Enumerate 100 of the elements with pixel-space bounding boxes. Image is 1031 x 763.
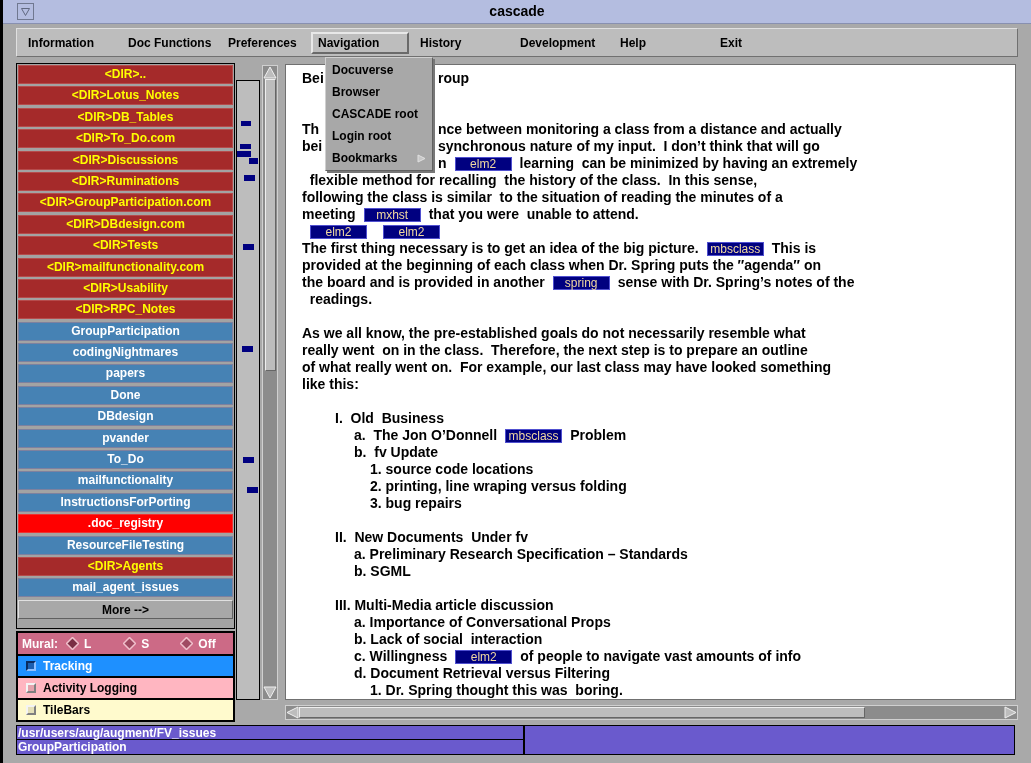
file-list-item[interactable]: pvander bbox=[18, 428, 233, 448]
toggle-label: TileBars bbox=[43, 702, 91, 719]
document-text: readings. bbox=[308, 291, 373, 308]
document-text: a. Preliminary Research Specification – Standards bbox=[354, 546, 688, 563]
document-text: following the class is similar to the situation of reading the minutes of a bbox=[302, 189, 783, 206]
toggle-label: Activity Logging bbox=[43, 680, 137, 697]
document-text: the board and is provided in another bbox=[302, 274, 545, 291]
menu-item[interactable]: Information bbox=[17, 31, 117, 54]
document-text: nce between monitoring a class from a distance and actually bbox=[438, 121, 842, 138]
file-list-item[interactable]: <DIR>Lotus_Notes bbox=[18, 86, 233, 106]
link-chip[interactable]: spring bbox=[552, 275, 610, 290]
scroll-left-icon[interactable] bbox=[286, 706, 299, 719]
mural-radio[interactable]: L bbox=[66, 634, 112, 653]
link-chip[interactable]: mxhst bbox=[363, 207, 421, 222]
document-text: a. Importance of Conversational Props bbox=[354, 614, 611, 631]
file-list-item[interactable]: <DIR>DB_Tables bbox=[18, 107, 233, 127]
document-text: of people to navigate vast amounts of info bbox=[520, 648, 802, 665]
horizontal-scrollbar[interactable] bbox=[285, 705, 1018, 720]
vertical-scrollbar[interactable] bbox=[262, 65, 278, 700]
document-text: 1. source code locations bbox=[370, 461, 534, 478]
file-list-item[interactable]: DBdesign bbox=[18, 407, 233, 427]
document-text: c. Willingness bbox=[354, 648, 448, 665]
document-text: of what really went on. For example, our last class may have looked something bbox=[302, 359, 832, 376]
link-chip[interactable]: elm2 bbox=[454, 156, 512, 171]
menu-option[interactable]: Browser bbox=[326, 81, 432, 103]
menu-item[interactable]: Doc Functions bbox=[117, 31, 217, 54]
file-list-item[interactable]: mailfunctionality bbox=[18, 471, 233, 491]
window-menu-button[interactable] bbox=[17, 3, 34, 20]
menu-item[interactable]: Preferences bbox=[217, 31, 310, 54]
menu-item[interactable]: History bbox=[409, 31, 509, 54]
more-button[interactable]: More --> bbox=[18, 599, 233, 619]
menu-option[interactable]: CASCADE root bbox=[326, 103, 432, 125]
menu-option[interactable]: Docuverse bbox=[326, 59, 432, 81]
file-list-item[interactable]: codingNightmares bbox=[18, 343, 233, 363]
document-text: III. Multi-Media article discussion bbox=[335, 597, 554, 614]
path-field: /usr/users/aug/augment/FV_issues bbox=[17, 726, 523, 740]
file-list-item[interactable]: mail_agent_issues bbox=[18, 578, 233, 598]
file-list-item[interactable]: <DIR>DBdesign.com bbox=[18, 214, 233, 234]
document-text: really went on in the class. Therefore, the next step is to prepare an outline bbox=[302, 342, 808, 359]
file-list-item[interactable]: <DIR>.. bbox=[18, 65, 233, 84]
document-text: b. fv Update bbox=[354, 444, 438, 461]
document-text: This is bbox=[771, 240, 817, 257]
window-title: cascade bbox=[489, 2, 545, 21]
menu-item[interactable]: Navigation bbox=[311, 31, 409, 54]
menu-option[interactable]: Bookmarks bbox=[326, 147, 432, 169]
mural-radio[interactable]: Off bbox=[180, 634, 233, 653]
scroll-right-icon[interactable] bbox=[1004, 706, 1017, 719]
menu-item[interactable]: Exit bbox=[709, 31, 789, 54]
document-name-field: GroupParticipation bbox=[17, 740, 523, 754]
file-list-item[interactable]: <DIR>Tests bbox=[18, 236, 233, 256]
file-list-item[interactable]: GroupParticipation bbox=[18, 321, 233, 341]
document-text: II. New Documents Under fv bbox=[335, 529, 528, 546]
mural-radio[interactable]: S bbox=[123, 634, 169, 653]
link-chip[interactable]: elm2 bbox=[455, 649, 513, 664]
document-text: Problem bbox=[570, 427, 627, 444]
document-text: 2. printing, line wraping versus folding bbox=[370, 478, 627, 495]
link-chip[interactable]: mbsclass bbox=[505, 428, 563, 443]
document-text: synchronous nature of my input. I don’t think that will go bbox=[438, 138, 820, 155]
file-list-item[interactable]: <DIR>Ruminations bbox=[18, 171, 233, 191]
file-list-item[interactable]: .doc_registry bbox=[18, 514, 233, 534]
document-text: The first thing necessary is to get an idea of the big picture. bbox=[302, 240, 699, 257]
document-text: Th bbox=[302, 121, 320, 137]
file-list-item[interactable]: <DIR>Usability bbox=[18, 278, 233, 298]
document-text: Bei bbox=[302, 70, 324, 86]
menu-item[interactable]: Development bbox=[509, 31, 609, 54]
file-list-item[interactable]: papers bbox=[18, 364, 233, 384]
document-text: b. Lack of social interaction bbox=[354, 631, 543, 648]
triangle-down-icon bbox=[21, 7, 30, 16]
file-list-item[interactable]: <DIR>To_Do.com bbox=[18, 129, 233, 149]
file-list-item[interactable]: <DIR>Agents bbox=[18, 557, 233, 576]
document-text: like this: bbox=[302, 376, 359, 393]
file-list-item[interactable]: To_Do bbox=[18, 450, 233, 470]
document-text: flexible method for recalling the history of the class. In this sense, bbox=[308, 172, 758, 189]
document-text: provided at the beginning of each class when Dr. Spring puts the ″agenda″ on bbox=[302, 257, 822, 274]
link-chip[interactable]: elm2 bbox=[383, 224, 440, 239]
document-text: n bbox=[438, 155, 447, 172]
document-text: 1. Dr. Spring thought this was boring. bbox=[370, 682, 623, 699]
document-text: meeting bbox=[302, 206, 356, 223]
link-chip[interactable]: mbsclass bbox=[706, 241, 764, 256]
menu-item[interactable]: Help bbox=[609, 31, 709, 54]
file-list-item[interactable]: <DIR>Discussions bbox=[18, 150, 233, 170]
document-text: As we all know, the pre-established goals do not necessarily resemble what bbox=[302, 325, 806, 342]
submenu-arrow-icon bbox=[417, 153, 426, 163]
link-chip[interactable]: elm2 bbox=[310, 224, 367, 239]
menu-option[interactable]: Login root bbox=[326, 125, 432, 147]
file-list-item[interactable]: <DIR>RPC_Notes bbox=[18, 300, 233, 320]
scroll-down-icon[interactable] bbox=[263, 686, 277, 699]
document-text: bei bbox=[302, 138, 323, 154]
file-list-item[interactable]: InstructionsForPorting bbox=[18, 492, 233, 512]
document-text: 3. bug repairs bbox=[370, 495, 462, 512]
file-list-item[interactable]: Done bbox=[18, 385, 233, 405]
mural-label: Mural: bbox=[22, 635, 58, 653]
document-text: a. The Jon O’Donnell bbox=[354, 427, 498, 444]
file-list-item[interactable]: <DIR>GroupParticipation.com bbox=[18, 193, 233, 213]
file-list-item[interactable]: <DIR>mailfunctionality.com bbox=[18, 257, 233, 277]
file-list-item[interactable]: ResourceFileTesting bbox=[18, 535, 233, 555]
document-text: sense with Dr. Spring’s notes of the bbox=[617, 274, 855, 291]
checkbox[interactable] bbox=[26, 661, 36, 671]
document-text: roup bbox=[438, 70, 470, 87]
document-text: b. SGML bbox=[354, 563, 411, 580]
